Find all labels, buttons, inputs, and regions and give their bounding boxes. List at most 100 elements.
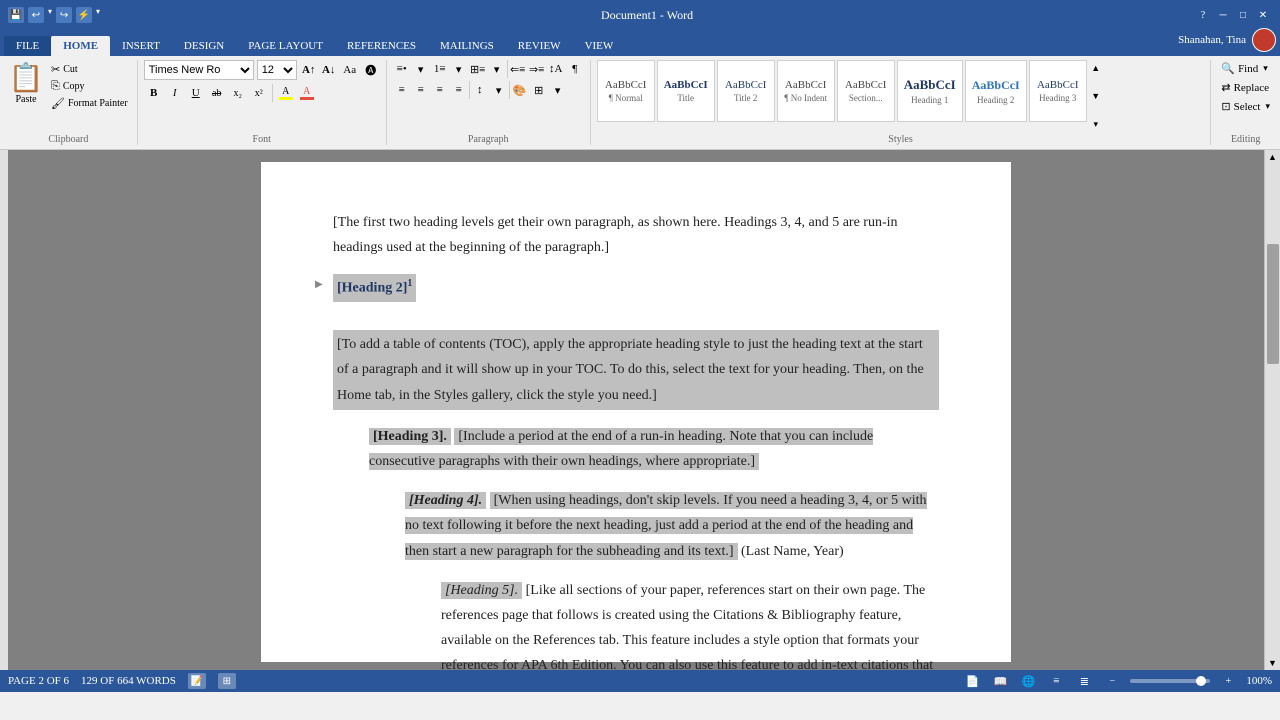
font-size-select[interactable]: 12 — [257, 60, 297, 80]
font-color-button[interactable]: A — [297, 83, 317, 103]
quick-action-icon[interactable]: ⚡ — [76, 7, 92, 23]
heading3-paragraph: [Heading 3]. [Include a period at the en… — [333, 424, 939, 474]
find-button[interactable]: 🔍 Find ▾ — [1217, 60, 1271, 77]
outline-view-button[interactable]: ≡ — [1046, 672, 1066, 690]
collapse-arrow[interactable]: ▶ — [315, 276, 323, 294]
tab-review[interactable]: REVIEW — [506, 36, 573, 56]
align-right-button[interactable]: ≡ — [431, 81, 449, 99]
tab-design[interactable]: DESIGN — [172, 36, 236, 56]
decrease-font-button[interactable]: A↓ — [320, 61, 338, 79]
text-effects-button[interactable]: 🅐 — [362, 61, 380, 79]
select-dropdown[interactable]: ▾ — [1265, 101, 1270, 112]
style-normal[interactable]: AaBbCcI ¶ Normal — [597, 60, 655, 122]
print-layout-button[interactable]: 📄 — [962, 672, 982, 690]
scroll-thumb[interactable] — [1267, 244, 1279, 364]
style-heading3[interactable]: AaBbCcI Heading 3 — [1029, 60, 1087, 122]
save-icon[interactable]: 💾 — [8, 7, 24, 23]
borders-dropdown[interactable]: ▾ — [549, 81, 567, 99]
tab-page-layout[interactable]: PAGE LAYOUT — [236, 36, 335, 56]
editing-content: 🔍 Find ▾ ⇄ Replace ⊡ Select ▾ — [1217, 60, 1274, 132]
style-title2[interactable]: AaBbCcI Title 2 — [717, 60, 775, 122]
styles-scroll-up[interactable]: ▲ — [1089, 60, 1103, 76]
style-title2-preview: AaBbCcI — [725, 79, 767, 91]
increase-font-button[interactable]: A↑ — [300, 61, 318, 79]
style-title[interactable]: AaBbCcI Title — [657, 60, 715, 122]
para-row-2: ≡ ≡ ≡ ≡ ↕ ▾ 🎨 ⊞ ▾ — [393, 81, 567, 99]
multilevel-dropdown[interactable]: ▾ — [488, 60, 506, 78]
tab-mailings[interactable]: MAILINGS — [428, 36, 506, 56]
draft-view-button[interactable]: ≣ — [1074, 672, 1094, 690]
restore-button[interactable]: □ — [1234, 6, 1252, 24]
redo-icon[interactable]: ↪ — [56, 7, 72, 23]
paste-button[interactable]: 📋 Paste — [6, 60, 46, 107]
line-spacing-dropdown[interactable]: ▾ — [490, 81, 508, 99]
text-highlight-button[interactable]: A — [276, 83, 296, 103]
quick-access-icons[interactable]: 💾 ↩ ▾ ↪ ⚡ ▾ — [8, 7, 100, 23]
select-button[interactable]: ⊡ Select ▾ — [1217, 98, 1274, 115]
window-controls[interactable]: ? ─ □ ✕ — [1194, 6, 1272, 24]
tab-insert[interactable]: INSERT — [110, 36, 172, 56]
italic-button[interactable]: I — [165, 83, 185, 103]
style-section[interactable]: AaBbCcI Section... — [837, 60, 895, 122]
copy-button[interactable]: ⎘ Copy — [48, 79, 131, 94]
scroll-down-button[interactable]: ▼ — [1266, 656, 1280, 670]
web-view-button[interactable]: 🌐 — [1018, 672, 1038, 690]
tab-home[interactable]: HOME — [51, 36, 110, 56]
underline-button[interactable]: U — [186, 83, 206, 103]
zoom-in-button[interactable]: + — [1218, 673, 1238, 689]
macro-icon[interactable]: ⊞ — [218, 673, 236, 689]
style-heading1[interactable]: AaBbCcI Heading 1 — [897, 60, 963, 122]
scroll-up-button[interactable]: ▲ — [1266, 150, 1280, 164]
decrease-indent-button[interactable]: ⇐≡ — [509, 60, 527, 78]
borders-button[interactable]: ⊞ — [530, 81, 548, 99]
close-button[interactable]: ✕ — [1254, 6, 1272, 24]
minimize-button[interactable]: ─ — [1214, 6, 1232, 24]
scroll-left-margin — [0, 150, 8, 670]
vertical-scrollbar[interactable]: ▲ ▼ — [1264, 150, 1280, 670]
zoom-out-button[interactable]: − — [1102, 673, 1122, 689]
multilevel-list-button[interactable]: ⊞≡ — [469, 60, 487, 78]
undo-dropdown[interactable]: ▾ — [48, 7, 52, 23]
numbering-button[interactable]: 1≡ — [431, 60, 449, 78]
help-button[interactable]: ? — [1194, 6, 1212, 24]
increase-indent-button[interactable]: ⇒≡ — [528, 60, 546, 78]
replace-button[interactable]: ⇄ Replace — [1217, 79, 1273, 96]
heading4-paragraph: [Heading 4]. [When using headings, don't… — [333, 488, 939, 564]
bullets-dropdown[interactable]: ▾ — [412, 60, 430, 78]
undo-icon[interactable]: ↩ — [28, 7, 44, 23]
ribbon-tabs: FILE HOME INSERT DESIGN PAGE LAYOUT REFE… — [0, 30, 1280, 56]
font-content: Times New Ro 12 A↑ A↓ Aa 🅐 B I U ab x₂ x… — [144, 60, 380, 132]
font-family-select[interactable]: Times New Ro — [144, 60, 254, 80]
shading-button[interactable]: 🎨 — [511, 81, 529, 99]
styles-scroll-down[interactable]: ▼ — [1089, 88, 1103, 104]
show-formatting-button[interactable]: ¶ — [566, 60, 584, 78]
superscript-button[interactable]: x² — [249, 83, 269, 103]
tab-view[interactable]: VIEW — [573, 36, 626, 56]
read-mode-button[interactable]: 📖 — [990, 672, 1010, 690]
zoom-slider[interactable] — [1130, 679, 1210, 683]
align-center-button[interactable]: ≡ — [412, 81, 430, 99]
subscript-button[interactable]: x₂ — [228, 83, 248, 103]
justify-button[interactable]: ≡ — [450, 81, 468, 99]
styles-more[interactable]: ▾ — [1089, 116, 1103, 132]
style-heading2[interactable]: AaBbCcI Heading 2 — [965, 60, 1027, 122]
bold-button[interactable]: B — [144, 83, 164, 103]
tab-file[interactable]: FILE — [4, 36, 51, 56]
cut-button[interactable]: ✂ Cut — [48, 62, 131, 77]
clear-formatting-button[interactable]: Aa — [341, 61, 359, 79]
find-dropdown[interactable]: ▾ — [1263, 63, 1268, 74]
style-heading1-label: Heading 1 — [911, 95, 948, 105]
document-main[interactable]: [The first two heading levels get their … — [8, 150, 1264, 670]
document-page[interactable]: [The first two heading levels get their … — [261, 162, 1011, 662]
numbering-dropdown[interactable]: ▾ — [450, 60, 468, 78]
proofing-icon[interactable]: 📝 — [188, 673, 206, 689]
align-left-button[interactable]: ≡ — [393, 81, 411, 99]
bullets-button[interactable]: ≡• — [393, 60, 411, 78]
style-no-indent[interactable]: AaBbCcI ¶ No Indent — [777, 60, 835, 122]
format-painter-button[interactable]: 🖌 Format Painter — [48, 96, 131, 111]
sort-button[interactable]: ↕A — [547, 60, 565, 78]
strikethrough-button[interactable]: ab — [207, 83, 227, 103]
tab-references[interactable]: REFERENCES — [335, 36, 428, 56]
editing-group: 🔍 Find ▾ ⇄ Replace ⊡ Select ▾ Editing — [1211, 60, 1280, 145]
line-spacing-button[interactable]: ↕ — [471, 81, 489, 99]
